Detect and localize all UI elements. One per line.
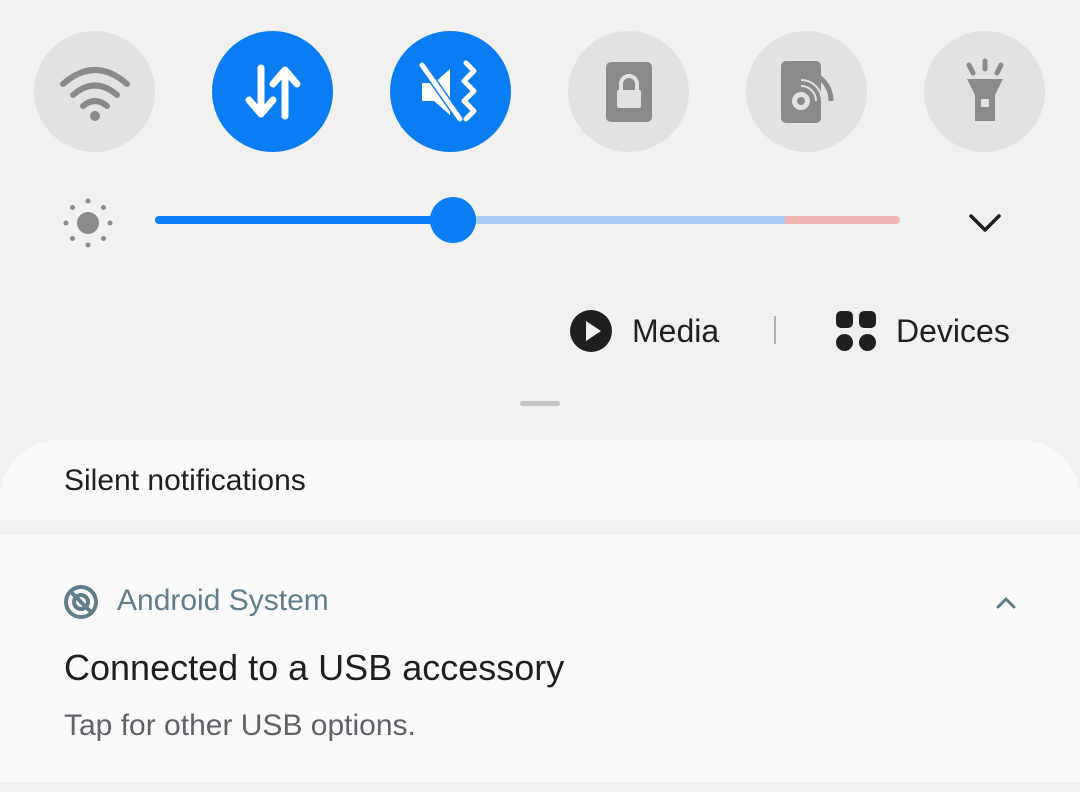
sound-mute-icon — [417, 60, 476, 123]
notification-app-name: Android System — [117, 584, 329, 617]
devices-grid-icon — [836, 311, 876, 351]
brightness-icon — [63, 198, 113, 248]
chevron-down-icon[interactable] — [962, 200, 1008, 246]
devices-button[interactable]: Devices — [834, 306, 1010, 356]
drag-handle[interactable] — [520, 401, 560, 406]
cast-tile[interactable] — [746, 31, 867, 152]
brightness-track — [155, 216, 900, 224]
media-label: Media — [632, 312, 720, 349]
brightness-thumb[interactable] — [430, 197, 476, 243]
mobile-data-tile[interactable] — [212, 31, 333, 152]
cast-icon — [780, 60, 833, 123]
wifi-icon — [59, 66, 130, 121]
devices-label: Devices — [896, 312, 1010, 349]
screen-lock-tile[interactable] — [568, 31, 689, 152]
notification-card[interactable]: Android System Connected to a USB access… — [0, 535, 1080, 782]
mute-tile[interactable] — [390, 31, 511, 152]
brightness-fill — [155, 216, 453, 224]
wifi-tile[interactable] — [34, 31, 155, 152]
data-transfer-icon — [245, 64, 300, 119]
media-button[interactable]: Media — [568, 306, 719, 356]
brightness-slider[interactable] — [155, 197, 900, 243]
android-system-icon — [64, 585, 98, 619]
flashlight-tile[interactable] — [924, 31, 1045, 152]
divider — [774, 316, 776, 344]
brightness-high-zone — [784, 216, 900, 224]
silent-notifications-header: Silent notifications — [0, 440, 1080, 520]
section-title: Silent notifications — [64, 464, 306, 497]
lock-icon — [605, 61, 652, 122]
chevron-up-icon[interactable] — [990, 587, 1022, 619]
play-circle-icon — [570, 310, 612, 352]
notification-body: Tap for other USB options. — [64, 709, 416, 742]
flashlight-icon — [966, 58, 1003, 121]
notification-title: Connected to a USB accessory — [64, 647, 565, 688]
